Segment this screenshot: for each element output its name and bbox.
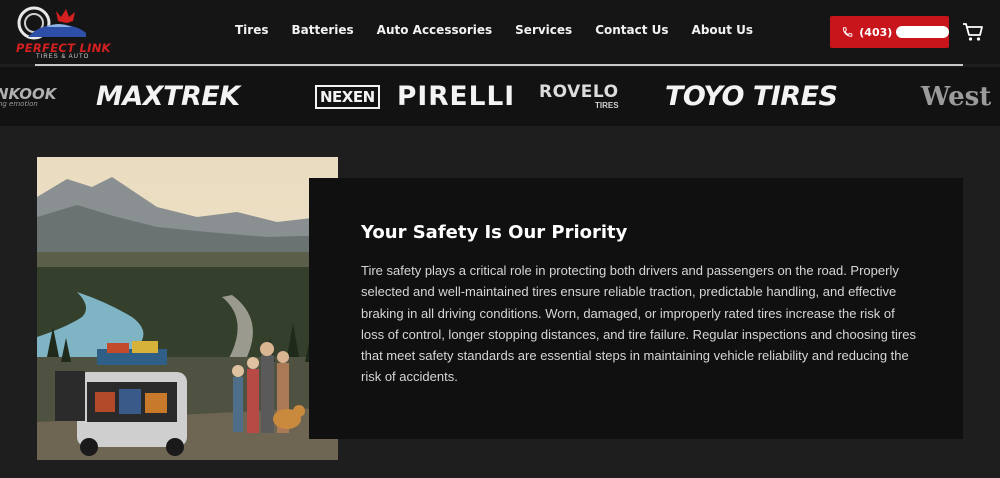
- phone-redaction: [896, 26, 949, 38]
- phone-button[interactable]: (403): [830, 16, 949, 48]
- nav-batteries[interactable]: Batteries: [292, 23, 354, 37]
- safety-body: Tire safety plays a critical role in pro…: [361, 263, 916, 385]
- nav-services[interactable]: Services: [515, 23, 572, 37]
- brand-rovelo-label: ROVELO: [539, 81, 619, 102]
- brand-hankook[interactable]: NKOOK ing emotion: [0, 67, 56, 126]
- phone-number: (403): [859, 25, 893, 39]
- brand-carousel: NKOOK ing emotion MAXTREK NEXEN PIRELLI R…: [0, 67, 1000, 126]
- nav-contact-us[interactable]: Contact Us: [595, 23, 668, 37]
- safety-panel: Your Safety Is Our Priority Tire safety …: [309, 178, 963, 439]
- logo-tagline: TIRES & AUTO: [36, 54, 90, 60]
- family-road-trip-image: [37, 157, 338, 460]
- nav-about-us[interactable]: About Us: [692, 23, 753, 37]
- brand-rovelo-sub: TIRES: [594, 100, 619, 110]
- logo[interactable]: PERFECT LINK TIRES & AUTO: [12, 5, 111, 61]
- nav-auto-accessories[interactable]: Auto Accessories: [377, 23, 492, 37]
- cart-icon[interactable]: [962, 22, 984, 42]
- nav-tires[interactable]: Tires: [235, 23, 269, 37]
- brand-rovelo[interactable]: ROVELO TIRES: [539, 67, 619, 126]
- main-nav: Tires Batteries Auto Accessories Service…: [224, 23, 776, 37]
- brand-pirelli[interactable]: PIRELLI: [397, 67, 515, 126]
- brand-toyo-tires[interactable]: TOYO TIRES: [665, 67, 838, 126]
- safety-title: Your Safety Is Our Priority: [361, 222, 628, 243]
- header-divider: [35, 64, 963, 66]
- site-header: PERFECT LINK TIRES & AUTO Tires Batterie…: [0, 0, 1000, 64]
- logo-name: PERFECT LINK: [16, 41, 111, 55]
- brand-maxtrek[interactable]: MAXTREK: [96, 67, 240, 126]
- phone-icon: [842, 27, 853, 37]
- logo-car-icon: [17, 6, 86, 40]
- brand-nexen[interactable]: NEXEN: [315, 67, 380, 126]
- brand-westlake[interactable]: West: [921, 67, 991, 126]
- brand-nexen-label: NEXEN: [315, 84, 380, 109]
